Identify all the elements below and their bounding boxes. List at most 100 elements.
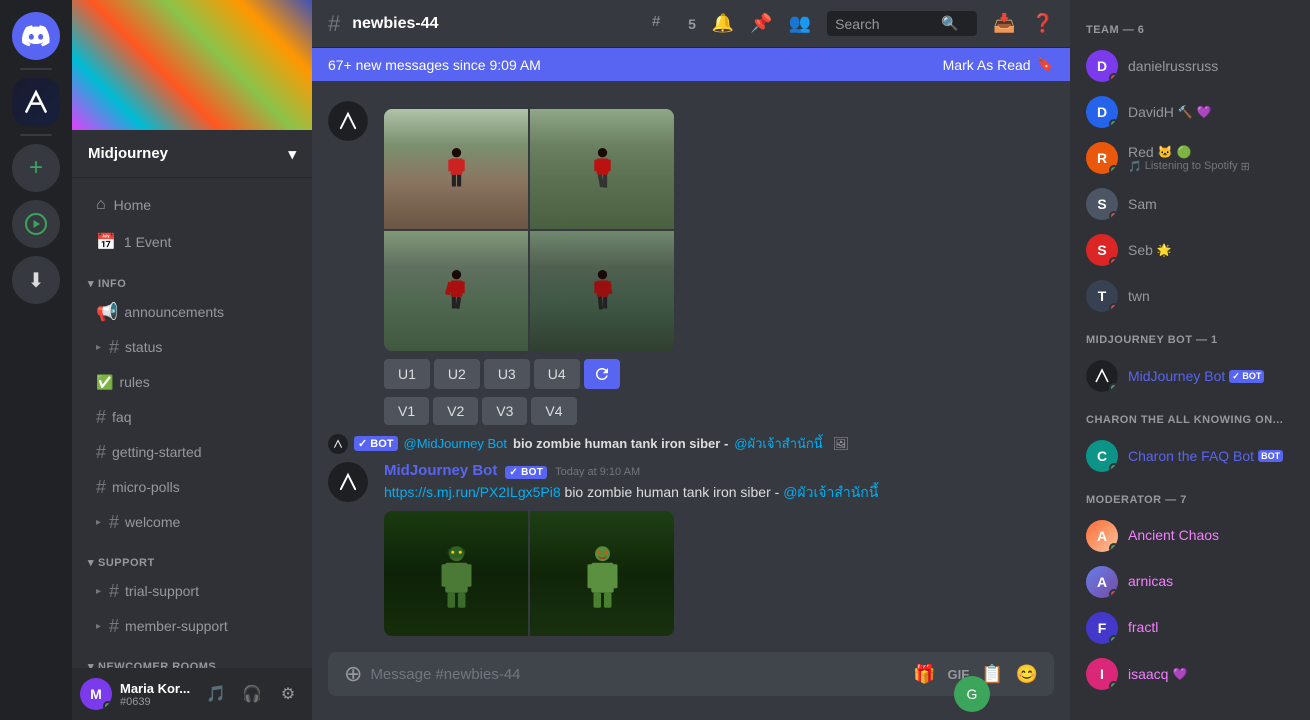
member-davidh[interactable]: D DavidH 🔨 💜 — [1078, 90, 1302, 134]
zombie-img-2 — [530, 511, 674, 636]
v3-button[interactable]: V3 — [482, 397, 527, 425]
member-charon-bot[interactable]: C Charon the FAQ Bot BOT — [1078, 434, 1302, 478]
member-avatar-charon: C — [1086, 440, 1118, 472]
channel-sidebar: Midjourney ▾ ⌂ Home 📅 1 Event ▾ INFO 📢 a… — [72, 0, 312, 720]
samurai-img-4 — [530, 231, 674, 351]
channel-micro-polls[interactable]: # micro-polls — [80, 470, 304, 504]
category-support[interactable]: ▾ SUPPORT — [72, 540, 312, 573]
online-status-mj — [1109, 383, 1118, 392]
message-input[interactable] — [370, 654, 905, 695]
u1-button[interactable]: U1 — [384, 359, 430, 389]
v2-button[interactable]: V2 — [433, 397, 478, 425]
event-icon: 📅 — [96, 232, 116, 252]
server-name[interactable]: Midjourney ▾ — [72, 130, 312, 178]
channel-getting-started[interactable]: # getting-started — [80, 435, 304, 469]
message-content-samurai: U1 U2 U3 U4 V1 V2 V3 V4 — [384, 101, 1054, 425]
zombie-img-1 — [384, 511, 528, 636]
mention-avatar — [328, 434, 348, 454]
people-icon[interactable]: 👥 — [789, 13, 811, 34]
channel-status[interactable]: ▸ # status — [80, 330, 304, 364]
member-isaacq[interactable]: I isaacq 💜 — [1078, 652, 1302, 696]
search-icon: 🔍 — [941, 15, 958, 32]
pin-icon[interactable]: 📌 — [750, 13, 772, 34]
member-fractl[interactable]: F fractl — [1078, 606, 1302, 650]
message-input-area: ⊕ 🎁 GIF 📋 😊 G — [312, 652, 1070, 720]
mention-line: ✓ BOT @MidJourney Bot bio zombie human t… — [312, 429, 1070, 454]
v4-button[interactable]: V4 — [531, 397, 576, 425]
search-input[interactable] — [835, 16, 935, 32]
message-content-zombie: MidJourney Bot ✓ BOT Today at 9:10 AM ht… — [384, 462, 1054, 636]
member-avatar-fractl: F — [1086, 612, 1118, 644]
user-controls: 🎵 🎧 ⚙ — [200, 678, 304, 710]
message-group-samurai: U1 U2 U3 U4 V1 V2 V3 V4 — [312, 97, 1070, 429]
v1-button[interactable]: V1 — [384, 397, 429, 425]
mute-button[interactable]: 🎵 — [200, 678, 232, 710]
member-avatar-isaacq: I — [1086, 658, 1118, 690]
nav-home[interactable]: ⌂ Home — [80, 187, 304, 223]
member-seb[interactable]: S Seb 🌟 — [1078, 228, 1302, 272]
message-header-zombie: MidJourney Bot ✓ BOT Today at 9:10 AM — [384, 462, 1054, 479]
member-sam[interactable]: S Sam — [1078, 182, 1302, 226]
new-messages-bar[interactable]: 67+ new messages since 9:09 AM Mark As R… — [312, 48, 1070, 81]
refresh-button[interactable] — [584, 359, 620, 389]
home-icon: ⌂ — [96, 196, 106, 214]
u4-button[interactable]: U4 — [534, 359, 580, 389]
member-name-charon: Charon the FAQ Bot — [1128, 448, 1254, 464]
message-group-zombie: MidJourney Bot ✓ BOT Today at 9:10 AM ht… — [312, 458, 1070, 640]
member-name-davidh: DavidH — [1128, 104, 1174, 120]
search-box[interactable]: 🔍 — [827, 11, 977, 36]
channel-trial-support[interactable]: ▸ # trial-support — [80, 574, 304, 608]
david-badge1: 🔨 — [1178, 105, 1193, 119]
bot-avatar — [328, 101, 368, 141]
help-icon[interactable]: ❓ — [1032, 13, 1054, 34]
deafen-button[interactable]: 🎧 — [236, 678, 268, 710]
rules-icon: ✅ — [96, 374, 113, 391]
download-icon[interactable]: ⬇ — [12, 256, 60, 304]
emoji-icon[interactable]: 😊 — [1016, 664, 1038, 685]
add-server-icon[interactable]: + — [12, 144, 60, 192]
member-count: 5 — [688, 16, 696, 32]
members-icon[interactable]: # — [652, 11, 672, 36]
collapsed-indicator: ▸ — [96, 342, 103, 353]
inbox-icon[interactable]: 📥 — [993, 13, 1015, 34]
nav-event[interactable]: 📅 1 Event — [80, 224, 304, 260]
members-sidebar: TEAM — 6 D danielrussruss D DavidH 🔨 💜 R — [1070, 0, 1310, 720]
discord-icon[interactable] — [12, 12, 60, 60]
samurai-img-3 — [384, 231, 528, 351]
member-ancient-chaos[interactable]: A Ancient Chaos — [1078, 514, 1302, 558]
add-file-button[interactable]: ⊕ — [344, 661, 362, 687]
member-twn[interactable]: T twn — [1078, 274, 1302, 318]
member-mj-bot[interactable]: MidJourney Bot ✓ BOT — [1078, 354, 1302, 398]
online-status-charon — [1109, 463, 1118, 472]
member-danielrussruss[interactable]: D danielrussruss — [1078, 44, 1302, 88]
settings-button[interactable]: ⚙ — [272, 678, 304, 710]
member-name-fractl: fractl — [1128, 619, 1158, 635]
category-info[interactable]: ▾ INFO — [72, 261, 312, 294]
explore-icon[interactable] — [12, 200, 60, 248]
channel-welcome[interactable]: ▸ # welcome — [80, 505, 304, 539]
header-icons: # 5 🔔 📌 👥 🔍 📥 ❓ — [652, 11, 1054, 36]
member-avatar-mj-bot — [1086, 360, 1118, 392]
channel-rules[interactable]: ✅ rules — [80, 365, 304, 399]
channel-announcements[interactable]: 📢 announcements — [80, 295, 304, 329]
channel-faq[interactable]: # faq — [80, 400, 304, 434]
notification-icon[interactable]: 🔔 — [712, 13, 734, 34]
member-name-mj-bot: MidJourney Bot — [1128, 368, 1225, 384]
channel-hash-icon: # — [328, 11, 340, 37]
member-name-twn: twn — [1128, 288, 1294, 304]
member-arnicas[interactable]: A arnicas — [1078, 560, 1302, 604]
channel-member-support[interactable]: ▸ # member-support — [80, 609, 304, 643]
user-status-dot — [103, 701, 112, 710]
samurai-img-1 — [384, 109, 528, 229]
mark-as-read-button[interactable]: Mark As Read 🔖 — [943, 56, 1054, 73]
midjourney-server-icon[interactable] — [12, 78, 60, 126]
u2-button[interactable]: U2 — [434, 359, 480, 389]
gift-icon[interactable]: 🎁 — [913, 664, 935, 685]
dnd-status-twn — [1109, 303, 1118, 312]
samurai-image-grid — [384, 109, 674, 351]
server-divider — [20, 68, 52, 70]
member-red[interactable]: R Red 🐱 🟢 🎵 Listening to Spotify ⊞ — [1078, 136, 1302, 180]
u3-button[interactable]: U3 — [484, 359, 530, 389]
message-link[interactable]: https://s.mj.run/PX2ILgx5Pi8 — [384, 484, 561, 500]
category-newcomer[interactable]: ▾ NEWCOMER ROOMS — [72, 644, 312, 668]
